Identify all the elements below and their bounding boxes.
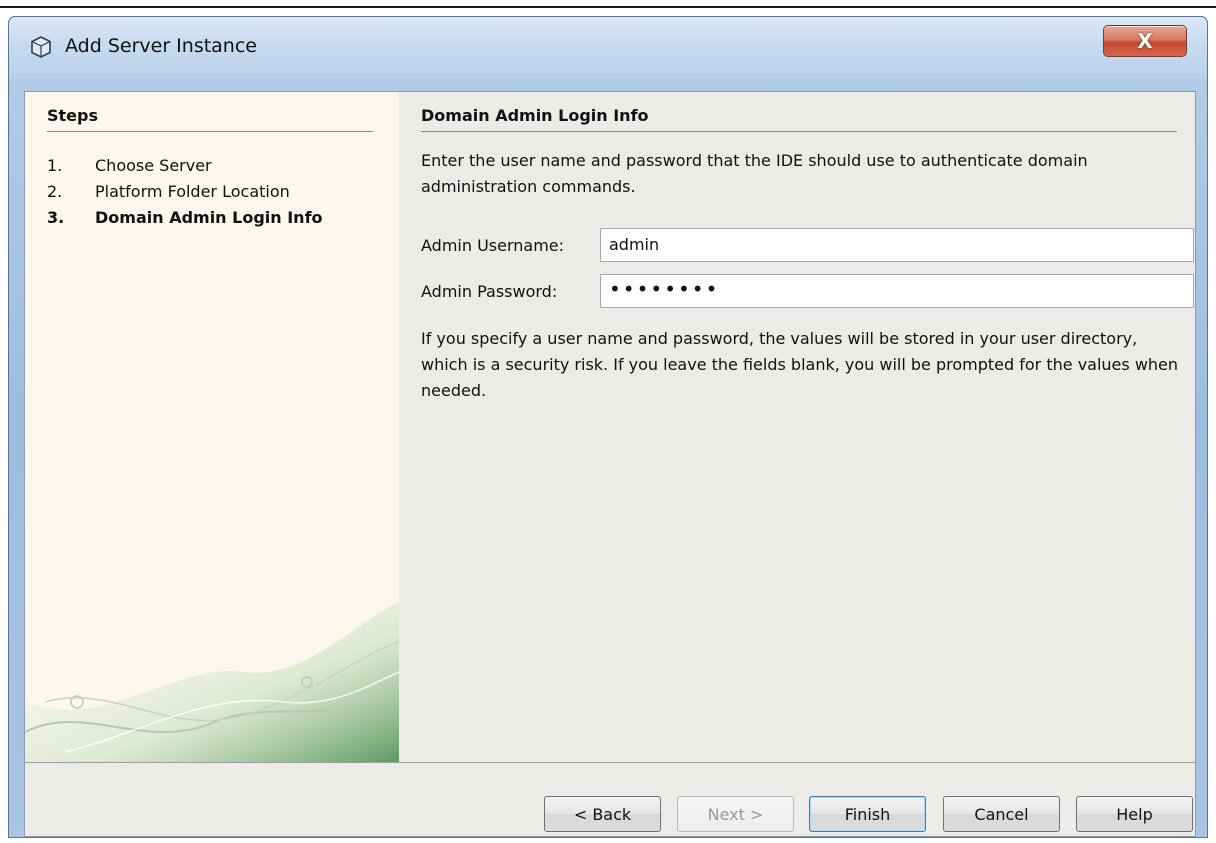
dialog-client-area: Steps 1. Choose Server 2. Platform Folder … (24, 91, 1196, 837)
step-label: Choose Server (95, 156, 212, 175)
help-button[interactable]: Help (1076, 796, 1193, 832)
security-note-text: If you specify a user name and password,… (421, 329, 1179, 400)
dialog-window: Add Server Instance X Steps 1. Choose Ser… (8, 16, 1208, 838)
username-label: Admin Username: (421, 236, 565, 255)
page-title: Domain Admin Login Info (421, 106, 1177, 132)
step-number: 2. (47, 182, 63, 201)
footer-divider (25, 762, 1195, 763)
step-number: 1. (47, 156, 63, 175)
username-field[interactable]: admin (600, 228, 1194, 262)
steps-heading: Steps (47, 106, 373, 132)
step-item-platform-folder: 2. Platform Folder Location (47, 182, 290, 201)
password-label: Admin Password: (421, 282, 558, 301)
next-button[interactable]: Next > (677, 796, 794, 832)
step-label: Domain Admin Login Info (95, 208, 323, 227)
finish-button[interactable]: Finish (809, 796, 926, 832)
cancel-button[interactable]: Cancel (943, 796, 1060, 832)
back-button[interactable]: < Back (544, 796, 661, 832)
intro-text: Enter the user name and password that th… (421, 151, 1088, 196)
close-icon: X (1137, 29, 1153, 53)
step-item-choose-server: 1. Choose Server (47, 156, 212, 175)
screen-top-border (0, 6, 1216, 8)
password-field[interactable]: •••••••• (600, 274, 1194, 308)
step-item-domain-admin: 3. Domain Admin Login Info (47, 208, 323, 227)
decorative-swirl-graphic (25, 602, 399, 762)
window-title: Add Server Instance (65, 35, 257, 57)
server-cube-icon (31, 36, 51, 58)
title-bar[interactable]: Add Server Instance X (9, 17, 1207, 79)
step-label: Platform Folder Location (95, 182, 290, 201)
steps-panel: Steps 1. Choose Server 2. Platform Folder … (25, 92, 399, 762)
close-button[interactable]: X (1103, 25, 1187, 57)
step-number: 3. (47, 208, 65, 227)
